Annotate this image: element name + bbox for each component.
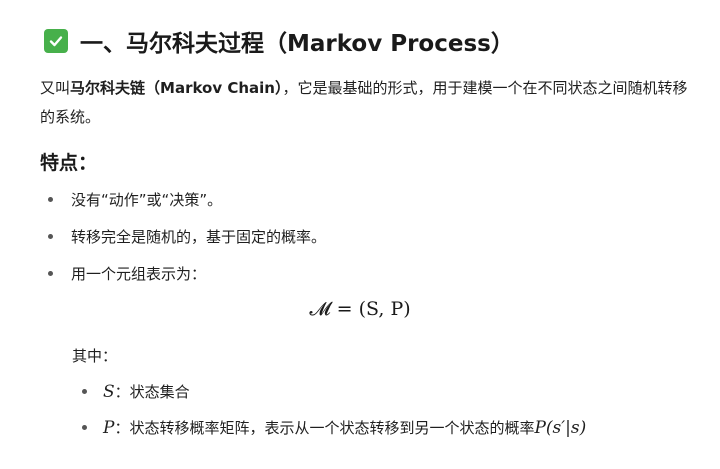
list-item: 用一个元组表示为： xyxy=(48,263,206,284)
where-label: 其中： xyxy=(72,347,118,365)
list-item: 没有“动作”或“决策”。 xyxy=(48,189,222,210)
sub-list-item: S ：状态集合 xyxy=(82,381,190,402)
bullet-dot xyxy=(48,271,53,276)
intro-term: 马尔科夫链（Markov Chain） xyxy=(70,79,283,97)
list-item: 转移完全是随机的，基于固定的概率。 xyxy=(48,226,326,247)
intro-prefix: 又叫 xyxy=(40,79,71,97)
bullet-dot xyxy=(82,389,87,394)
check-mark-icon xyxy=(44,29,68,53)
section-heading-text: 一、马尔科夫过程（Markov Process） xyxy=(80,31,514,57)
math-symbol: P xyxy=(103,417,115,438)
math-expression: P(s′|s) xyxy=(534,417,587,438)
list-item-text: 用一个元组表示为： xyxy=(71,265,207,283)
document-page: 一、马尔科夫过程（Markov Process） 又叫马尔科夫链（Markov … xyxy=(0,0,720,469)
bullet-dot xyxy=(82,425,87,430)
sub-list-item: P ：状态转移概率矩阵，表示从一个状态转移到另一个状态的概率 P(s′|s) xyxy=(82,417,586,438)
features-heading: 特点： xyxy=(40,152,98,174)
tuple-formula: 𝓜 = (S, P) xyxy=(309,298,411,320)
sub-list-item-text: ：状态转移概率矩阵，表示从一个状态转移到另一个状态的概率 xyxy=(114,419,535,437)
bullet-dot xyxy=(48,234,53,239)
bullet-dot xyxy=(48,197,53,202)
sub-list-item-text: ：状态集合 xyxy=(114,383,190,401)
intro-paragraph: 又叫马尔科夫链（Markov Chain），它是最基础的形式，用于建模一个在不同… xyxy=(40,74,690,132)
section-heading: 一、马尔科夫过程（Markov Process） xyxy=(44,24,514,58)
list-item-text: 转移完全是随机的，基于固定的概率。 xyxy=(71,228,327,246)
math-symbol: S xyxy=(103,381,115,402)
list-item-text: 没有“动作”或“决策”。 xyxy=(71,191,223,209)
